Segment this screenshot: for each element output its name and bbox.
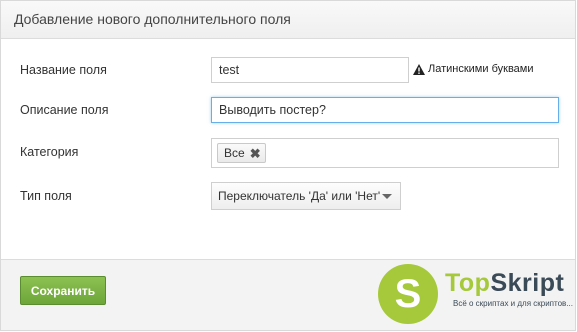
field-name-input[interactable] [211, 57, 409, 83]
hint-text: Латинскими буквами [428, 63, 534, 75]
field-name-label: Название поля [20, 63, 107, 77]
category-label: Категория [20, 145, 79, 159]
watermark-logo-letter: S [394, 271, 422, 316]
category-tag-label: Все [224, 146, 245, 160]
watermark-brand: TopSkript [445, 269, 564, 298]
close-icon[interactable]: ✖ [250, 147, 261, 160]
category-tag: Все ✖ [217, 143, 266, 163]
field-type-label: Тип поля [20, 189, 72, 203]
watermark-tagline: Всё о скриптах и для скриптов... [453, 299, 573, 308]
category-multiselect[interactable]: Все ✖ [211, 138, 559, 168]
panel-header: Добавление нового дополнительного поля [1, 1, 575, 39]
field-description-input[interactable] [211, 97, 559, 123]
panel-title: Добавление нового дополнительного поля [14, 11, 291, 27]
watermark-logo: S [378, 264, 438, 324]
caret-down-icon [382, 194, 392, 199]
watermark-brand-skript: Skript [490, 269, 565, 297]
field-type-select[interactable]: Переключатель 'Да' или 'Нет' [211, 182, 401, 210]
add-field-panel: Добавление нового дополнительного поля Н… [0, 0, 576, 331]
warning-icon [413, 63, 425, 75]
field-type-value: Переключатель 'Да' или 'Нет' [218, 189, 381, 203]
field-description-label: Описание поля [20, 103, 109, 117]
save-button[interactable]: Сохранить [20, 276, 106, 305]
field-name-hint: Латинскими буквами [413, 63, 534, 75]
watermark-brand-top: Top [445, 269, 491, 297]
